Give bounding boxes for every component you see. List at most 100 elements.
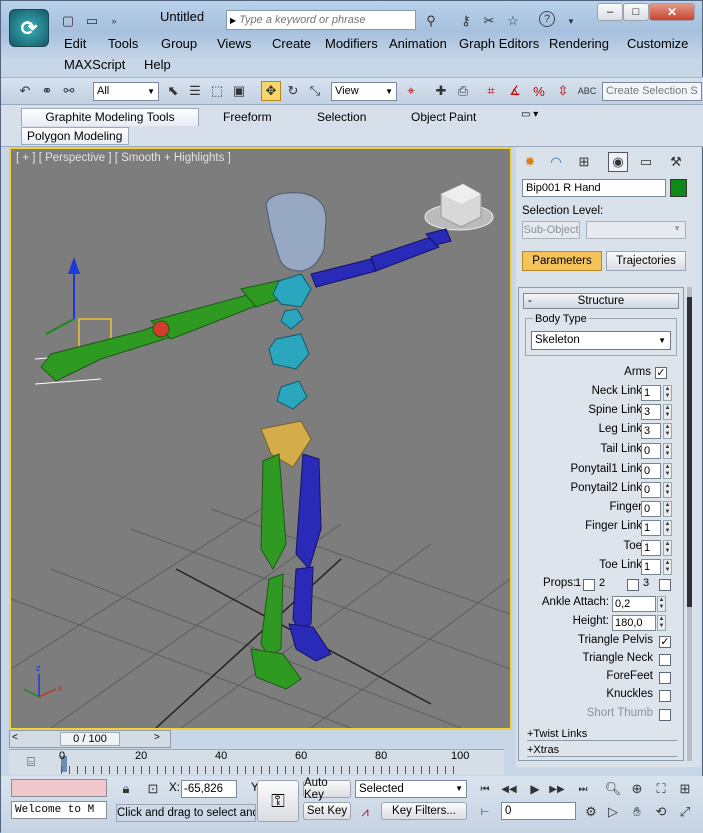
- scale-icon[interactable]: ⤡: [305, 81, 325, 101]
- close-button[interactable]: ✕: [649, 3, 695, 21]
- time-configuration-icon[interactable]: ⚙: [581, 802, 601, 822]
- motion-tab-icon[interactable]: ◉: [608, 152, 628, 172]
- binoculars-icon[interactable]: ⚲: [421, 11, 441, 31]
- keyboard-shortcut-icon[interactable]: ⎙: [453, 81, 473, 101]
- spinner-arrows[interactable]: ▲ ▼: [663, 482, 672, 498]
- named-selection-input[interactable]: Create Selection S: [602, 82, 702, 101]
- tab-object-paint[interactable]: Object Paint: [411, 110, 476, 124]
- subobject-dropdown[interactable]: ▼: [586, 221, 686, 239]
- spinner-arrows[interactable]: ▲ ▼: [663, 463, 672, 479]
- prop3-checkbox[interactable]: [659, 579, 671, 591]
- tab-polygon-modeling[interactable]: Polygon Modeling: [21, 127, 129, 145]
- reference-coord-dropdown[interactable]: View ▼: [331, 82, 397, 101]
- perspective-viewport[interactable]: [ + ] [ Perspective ] [ Smooth + Highlig…: [9, 147, 512, 730]
- absolute-mode-icon[interactable]: ⊡: [143, 779, 163, 799]
- menu-modifiers[interactable]: Modifiers: [325, 36, 378, 51]
- time-next-icon[interactable]: >: [154, 732, 160, 743]
- select-manipulate-icon[interactable]: ✚: [431, 81, 451, 101]
- ankle-attach-spinner[interactable]: ▲ ▼: [657, 596, 666, 612]
- subscription-icon[interactable]: ⚷: [456, 11, 476, 31]
- spinner-input[interactable]: 3: [641, 404, 661, 420]
- menu-maxscript[interactable]: MAXScript: [64, 57, 125, 72]
- twist-links-rollout[interactable]: +Twist Links: [527, 728, 677, 741]
- key-filters-button[interactable]: Key Filters...: [381, 802, 467, 820]
- select-object-icon[interactable]: ⬉: [163, 81, 183, 101]
- tab-freeform[interactable]: Freeform: [223, 110, 272, 124]
- option-checkbox[interactable]: [659, 709, 671, 721]
- current-frame-input[interactable]: 0: [501, 802, 576, 820]
- set-key-mode-button[interactable]: ⚿: [257, 780, 299, 822]
- undo-icon[interactable]: ↶: [15, 81, 35, 101]
- mini-curve-editor-icon[interactable]: ⌸: [21, 752, 41, 772]
- menu-views[interactable]: Views: [217, 36, 251, 51]
- move-icon[interactable]: ✥: [261, 81, 281, 101]
- zoom-extents-all-icon[interactable]: ⊞: [675, 779, 695, 799]
- app-logo-button[interactable]: ⟳: [9, 9, 49, 47]
- menu-customize[interactable]: Customize: [627, 36, 688, 51]
- time-slider[interactable]: < 0 / 100 >: [9, 730, 171, 748]
- option-checkbox[interactable]: ✓: [659, 636, 671, 648]
- trajectories-tab-button[interactable]: Trajectories: [606, 251, 686, 271]
- key-selection-dropdown[interactable]: Selected ▼: [355, 780, 467, 798]
- quick-access-more-icon[interactable]: »: [104, 11, 124, 31]
- spinner-arrows[interactable]: ▲ ▼: [663, 423, 672, 439]
- subobject-button[interactable]: Sub-Object: [522, 221, 580, 239]
- spinner-input[interactable]: 1: [641, 559, 661, 575]
- time-prev-icon[interactable]: <: [12, 732, 18, 743]
- play-icon[interactable]: ▶: [525, 779, 545, 799]
- maxscript-listener-white[interactable]: Welcome to M: [11, 801, 107, 819]
- prop2-checkbox[interactable]: [627, 579, 639, 591]
- go-to-start-icon[interactable]: ⏮: [475, 779, 495, 799]
- maxscript-listener-pink[interactable]: [11, 779, 107, 797]
- menu-animation[interactable]: Animation: [389, 36, 447, 51]
- communication-icon[interactable]: ✂: [479, 11, 499, 31]
- spinner-arrows[interactable]: ▲ ▼: [663, 385, 672, 401]
- spinner-arrows[interactable]: ▲ ▼: [663, 443, 672, 459]
- maximize-viewport-icon[interactable]: ⤢: [675, 802, 695, 822]
- favorites-star-icon[interactable]: ☆: [503, 11, 523, 31]
- hierarchy-tab-icon[interactable]: ⊞: [574, 152, 594, 172]
- open-file-icon[interactable]: ▭: [82, 11, 102, 31]
- angle-snap-icon[interactable]: ∡: [505, 81, 525, 101]
- spinner-input[interactable]: 0: [641, 463, 661, 479]
- window-crossing-icon[interactable]: ▣: [229, 81, 249, 101]
- link-icon[interactable]: ⚭: [37, 81, 57, 101]
- rotate-icon[interactable]: ↻: [283, 81, 303, 101]
- search-box[interactable]: ▶: [226, 10, 416, 30]
- utilities-tab-icon[interactable]: ⚒: [666, 152, 686, 172]
- set-key-button[interactable]: Set Key: [303, 802, 351, 820]
- track-bar[interactable]: ⌸ 0 20 40 60 80 100: [9, 749, 504, 775]
- go-to-end-icon[interactable]: ⏭: [573, 779, 593, 799]
- spinner-input[interactable]: 1: [641, 385, 661, 401]
- spinner-arrows[interactable]: ▲ ▼: [663, 559, 672, 575]
- selection-lock-icon[interactable]: 🔒︎: [116, 779, 136, 799]
- option-checkbox[interactable]: [659, 654, 671, 666]
- menu-graph-editors[interactable]: Graph Editors: [459, 36, 539, 51]
- key-mode-toggle-icon[interactable]: ⊢: [475, 802, 495, 822]
- spinner-input[interactable]: 1: [641, 540, 661, 556]
- unlink-icon[interactable]: ⚯: [59, 81, 79, 101]
- spinner-input[interactable]: 0: [641, 482, 661, 498]
- snaps-toggle-icon[interactable]: ⌗: [481, 81, 501, 101]
- x-coordinate-input[interactable]: -65,826: [181, 780, 237, 798]
- menu-rendering[interactable]: Rendering: [549, 36, 609, 51]
- menu-create[interactable]: Create: [272, 36, 311, 51]
- arms-checkbox[interactable]: ✓: [655, 367, 667, 379]
- auto-key-button[interactable]: Auto Key: [303, 777, 351, 801]
- default-tangent-icon[interactable]: ⩘: [355, 802, 375, 822]
- zoom-icon[interactable]: 🔍︎: [603, 779, 623, 799]
- height-input[interactable]: 180,0: [612, 615, 656, 631]
- edit-named-selection-icon[interactable]: ABC: [577, 81, 597, 101]
- zoom-extents-icon[interactable]: ⛶: [651, 779, 671, 799]
- help-dropdown-icon[interactable]: ▼: [561, 11, 581, 31]
- menu-help[interactable]: Help: [144, 57, 171, 72]
- spinner-arrows[interactable]: ▲ ▼: [663, 520, 672, 536]
- menu-group[interactable]: Group: [161, 36, 197, 51]
- tab-graphite-modeling-tools[interactable]: Graphite Modeling Tools: [21, 108, 199, 126]
- option-checkbox[interactable]: [659, 672, 671, 684]
- spinner-arrows[interactable]: ▲ ▼: [663, 501, 672, 517]
- select-by-name-icon[interactable]: ☰: [185, 81, 205, 101]
- structure-rollout-header[interactable]: - Structure: [523, 293, 679, 309]
- spinner-input[interactable]: 0: [641, 443, 661, 459]
- create-tab-icon[interactable]: ✸: [520, 152, 540, 172]
